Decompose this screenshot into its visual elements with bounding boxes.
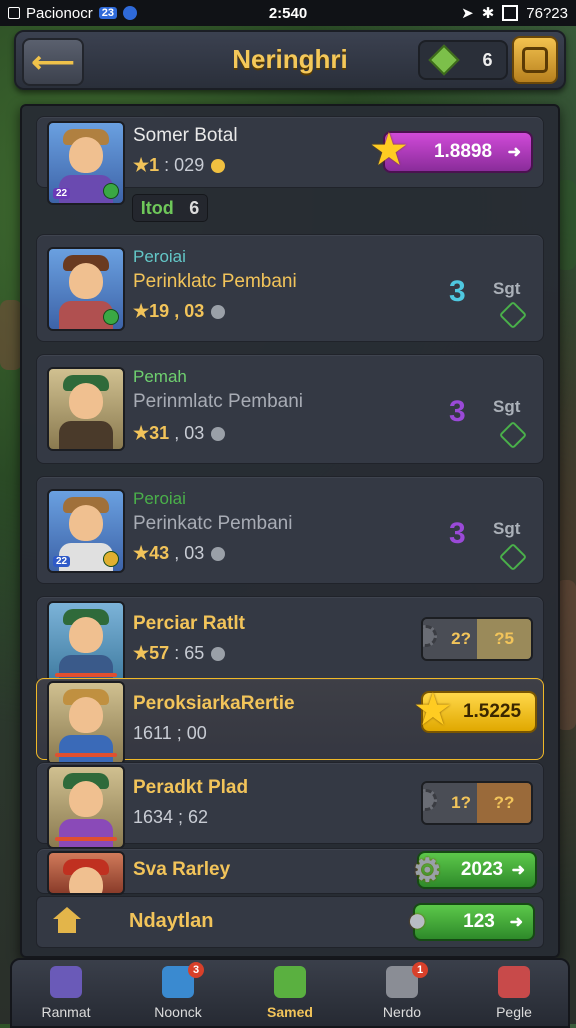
player-stat: ★43 , 03 xyxy=(133,543,226,564)
avatar xyxy=(47,247,125,331)
list-item[interactable]: Peroiai Perinklatc Pembani ★19 , 03 3 Sg… xyxy=(36,234,544,342)
battery-level: 76?23 xyxy=(526,4,568,22)
bottom-nav: Ranmat 3 Noonck Samed 1 Nerdo Pegle xyxy=(10,958,570,1028)
bluetooth-icon: ✱ xyxy=(481,5,495,22)
avatar xyxy=(47,681,125,765)
list-item[interactable]: Pemah Perinmlatc Pembani ★31 , 03 3 Sgt xyxy=(36,354,544,464)
reward-pill[interactable]: ★ 1.5225 xyxy=(415,688,537,733)
gear-icon: ⚙ xyxy=(413,852,442,888)
coin-icon xyxy=(211,427,226,442)
avatar: 22 xyxy=(47,121,125,205)
nav-item-samed[interactable]: Samed xyxy=(242,964,338,1022)
my-rank-pill[interactable]: ● 123 ➜ xyxy=(407,901,535,941)
list-item[interactable]: 22 Peroiai Perinkatc Pembani ★43 , 03 3 … xyxy=(36,476,544,584)
rank-tag: Sgt xyxy=(493,519,521,538)
currency-value: 6 xyxy=(482,49,493,70)
heart-icon[interactable] xyxy=(498,542,528,572)
reward-stat: 1611 ; 00 xyxy=(133,723,207,743)
status-bar: Pacionocr 23 2:540 ➤ ✱ 76?23 xyxy=(0,0,576,26)
player-stat: ★31 , 03 xyxy=(133,423,226,444)
top-header: ⟵ Neringhri 6 xyxy=(14,30,566,90)
arrow-icon: ➜ xyxy=(507,144,521,161)
level-tag: Itod 6 xyxy=(132,194,208,222)
currency-display[interactable]: 6 xyxy=(418,40,508,80)
player-title: Perinmlatc Pembani xyxy=(133,391,304,412)
castle-icon xyxy=(50,966,82,998)
map-icon xyxy=(274,966,306,998)
player-name: Peroiai xyxy=(133,489,186,508)
reward-right-value: ?5 xyxy=(477,619,531,659)
notification-badge: 3 xyxy=(188,962,204,978)
profile-icon xyxy=(522,47,548,73)
leaderboard-panel: 22 Somer Botal ★1 : 029 ★ 1.8898 ➜ Itod 6… xyxy=(20,104,560,958)
player-stat: ★19 , 03 xyxy=(133,301,226,322)
check-icon xyxy=(103,309,119,325)
arrow-icon: ➜ xyxy=(509,914,523,931)
star-icon: ★ xyxy=(371,128,407,172)
coin-icon xyxy=(211,305,226,320)
rank-number: 3 xyxy=(449,275,466,308)
player-name: Peroiai xyxy=(133,247,186,266)
nav-item-pegle[interactable]: Pegle xyxy=(466,964,562,1022)
flag-icon xyxy=(498,966,530,998)
nav-item-ranmat[interactable]: Ranmat xyxy=(18,964,114,1022)
player-name: Somer Botal xyxy=(133,125,238,146)
my-rank-label: Ndaytlan xyxy=(129,910,214,932)
check-icon xyxy=(103,551,119,567)
health-bar xyxy=(55,837,117,841)
reward-right-value: ?? xyxy=(477,783,531,823)
avatar-level-badge: 22 xyxy=(53,188,71,199)
my-rank-row[interactable]: Ndaytlan ● 123 ➜ xyxy=(36,896,544,948)
profile-button[interactable] xyxy=(512,36,558,84)
reward-row-highlighted[interactable]: PeroksiarkaRertie 1611 ; 00 ★ 1.5225 xyxy=(36,678,544,765)
avatar xyxy=(47,851,125,895)
rank-tag: Sgt xyxy=(493,279,521,298)
player-title: Perinkatc Pembani xyxy=(133,513,293,534)
reward-row[interactable]: Peradkt Plad 1634 ; 62 1? ?? xyxy=(36,762,544,849)
coin-icon xyxy=(211,547,226,562)
featured-row[interactable]: 22 Somer Botal ★1 : 029 ★ 1.8898 ➜ xyxy=(36,116,544,205)
player-name: Pemah xyxy=(133,367,187,386)
reward-row[interactable]: Perciar Ratlt ★57 : 65 2? ?5 xyxy=(36,596,544,685)
battery-icon xyxy=(502,5,519,21)
reward-row[interactable]: Sva Rarley ⚙ 2023 ➜ xyxy=(36,848,544,895)
player-stat: ★1 : 029 xyxy=(133,155,226,176)
avatar xyxy=(47,367,125,451)
home-icon[interactable] xyxy=(53,907,81,935)
avatar: 22 xyxy=(47,489,125,573)
reward-name: Sva Rarley xyxy=(133,859,231,880)
coin-icon xyxy=(211,159,226,174)
player-title: Perinklatc Pembani xyxy=(133,271,297,292)
reward-pill[interactable]: ⚙ 2023 ➜ xyxy=(413,851,537,889)
reward-name: PeroksiarkaRertie xyxy=(133,693,295,714)
reward-name: Perciar Ratlt xyxy=(133,613,245,634)
rank-tag: Sgt xyxy=(493,397,521,416)
heart-icon[interactable] xyxy=(498,420,528,450)
reward-split-button[interactable]: 1? ?? xyxy=(421,781,533,825)
avatar-level-badge: 22 xyxy=(53,556,71,567)
background-house xyxy=(0,300,22,370)
avatar xyxy=(47,601,125,685)
notification-badge: 1 xyxy=(412,962,428,978)
rank-number: 3 xyxy=(449,395,466,428)
heart-icon[interactable] xyxy=(498,300,528,330)
star-icon: ★ xyxy=(415,688,451,732)
reward-name: Peradkt Plad xyxy=(133,777,249,798)
rank-number: 3 xyxy=(449,517,466,550)
nav-item-nerdo[interactable]: 1 Nerdo xyxy=(354,962,450,1022)
score-pill[interactable]: ★ 1.8898 ➜ xyxy=(371,128,533,173)
health-bar xyxy=(55,753,117,757)
gem-icon xyxy=(428,44,461,76)
avatar xyxy=(47,765,125,849)
location-icon: ➤ xyxy=(461,5,474,22)
nav-item-noonck[interactable]: 3 Noonck xyxy=(130,962,226,1022)
arrow-icon: ➜ xyxy=(511,862,525,879)
reward-split-button[interactable]: 2? ?5 xyxy=(421,617,533,661)
reward-stat: 1634 ; 62 xyxy=(133,807,209,827)
check-icon xyxy=(103,183,119,199)
trophy-icon: ● xyxy=(407,901,428,939)
coin-icon xyxy=(211,647,226,662)
health-bar xyxy=(55,673,117,677)
reward-stat: ★57 : 65 xyxy=(133,643,226,664)
